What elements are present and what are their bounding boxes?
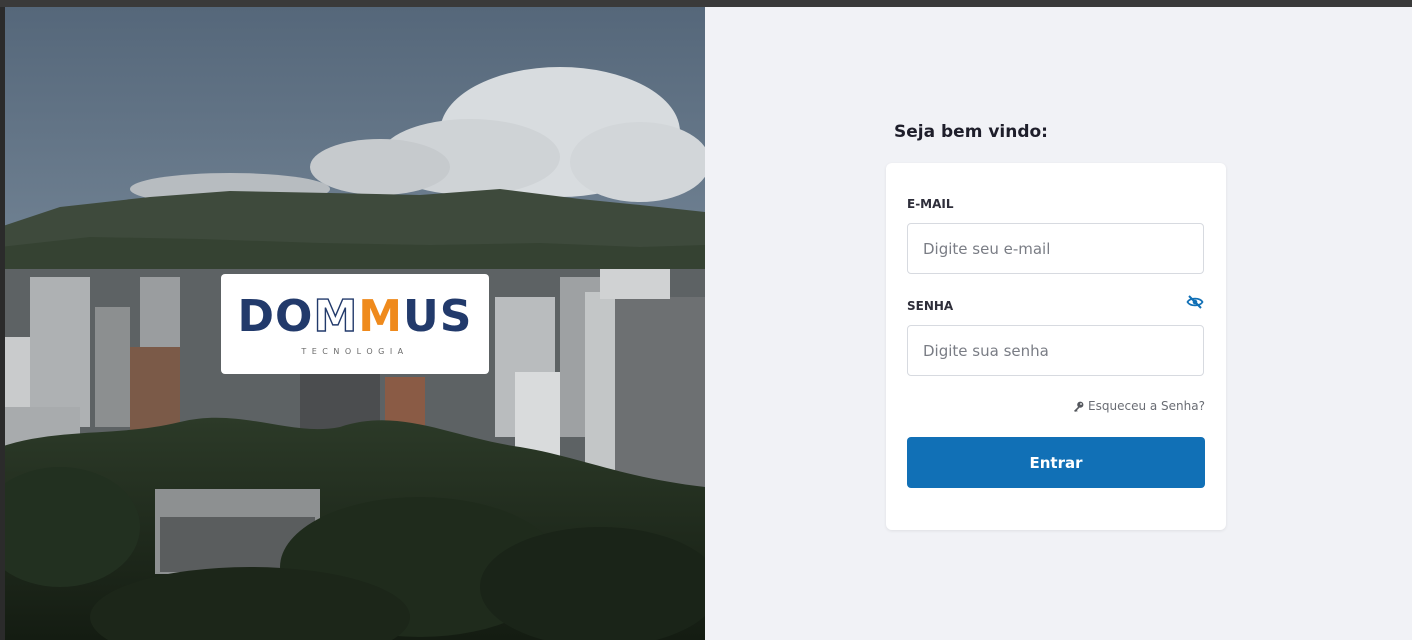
password-label: SENHA — [907, 299, 954, 313]
eye-slash-icon[interactable] — [1186, 294, 1204, 310]
logo-wordmark: DOMMUS — [221, 291, 489, 342]
logo-text-m-outline: M — [313, 291, 359, 342]
forgot-password-link[interactable]: Esqueceu a Senha? — [1073, 399, 1205, 413]
password-field[interactable] — [907, 325, 1204, 376]
logo-text-us: US — [403, 291, 473, 342]
logo-tagline: TECNOLOGIA — [301, 347, 409, 356]
logo-text-m-orange: M — [358, 291, 404, 342]
key-icon — [1073, 401, 1084, 412]
forgot-password-label: Esqueceu a Senha? — [1088, 399, 1205, 413]
login-card: E-MAIL SENHA Esqueceu a Senha? Entrar — [886, 163, 1226, 530]
left-edge-shadow — [0, 7, 5, 640]
dommus-logo: DOMMUS TECNOLOGIA — [221, 274, 489, 374]
logo-text-do: DO — [237, 291, 314, 342]
top-bar — [0, 0, 1412, 7]
email-label: E-MAIL — [907, 197, 954, 211]
welcome-title: Seja bem vindo: — [894, 122, 1048, 142]
login-button[interactable]: Entrar — [907, 437, 1205, 488]
email-field[interactable] — [907, 223, 1204, 274]
